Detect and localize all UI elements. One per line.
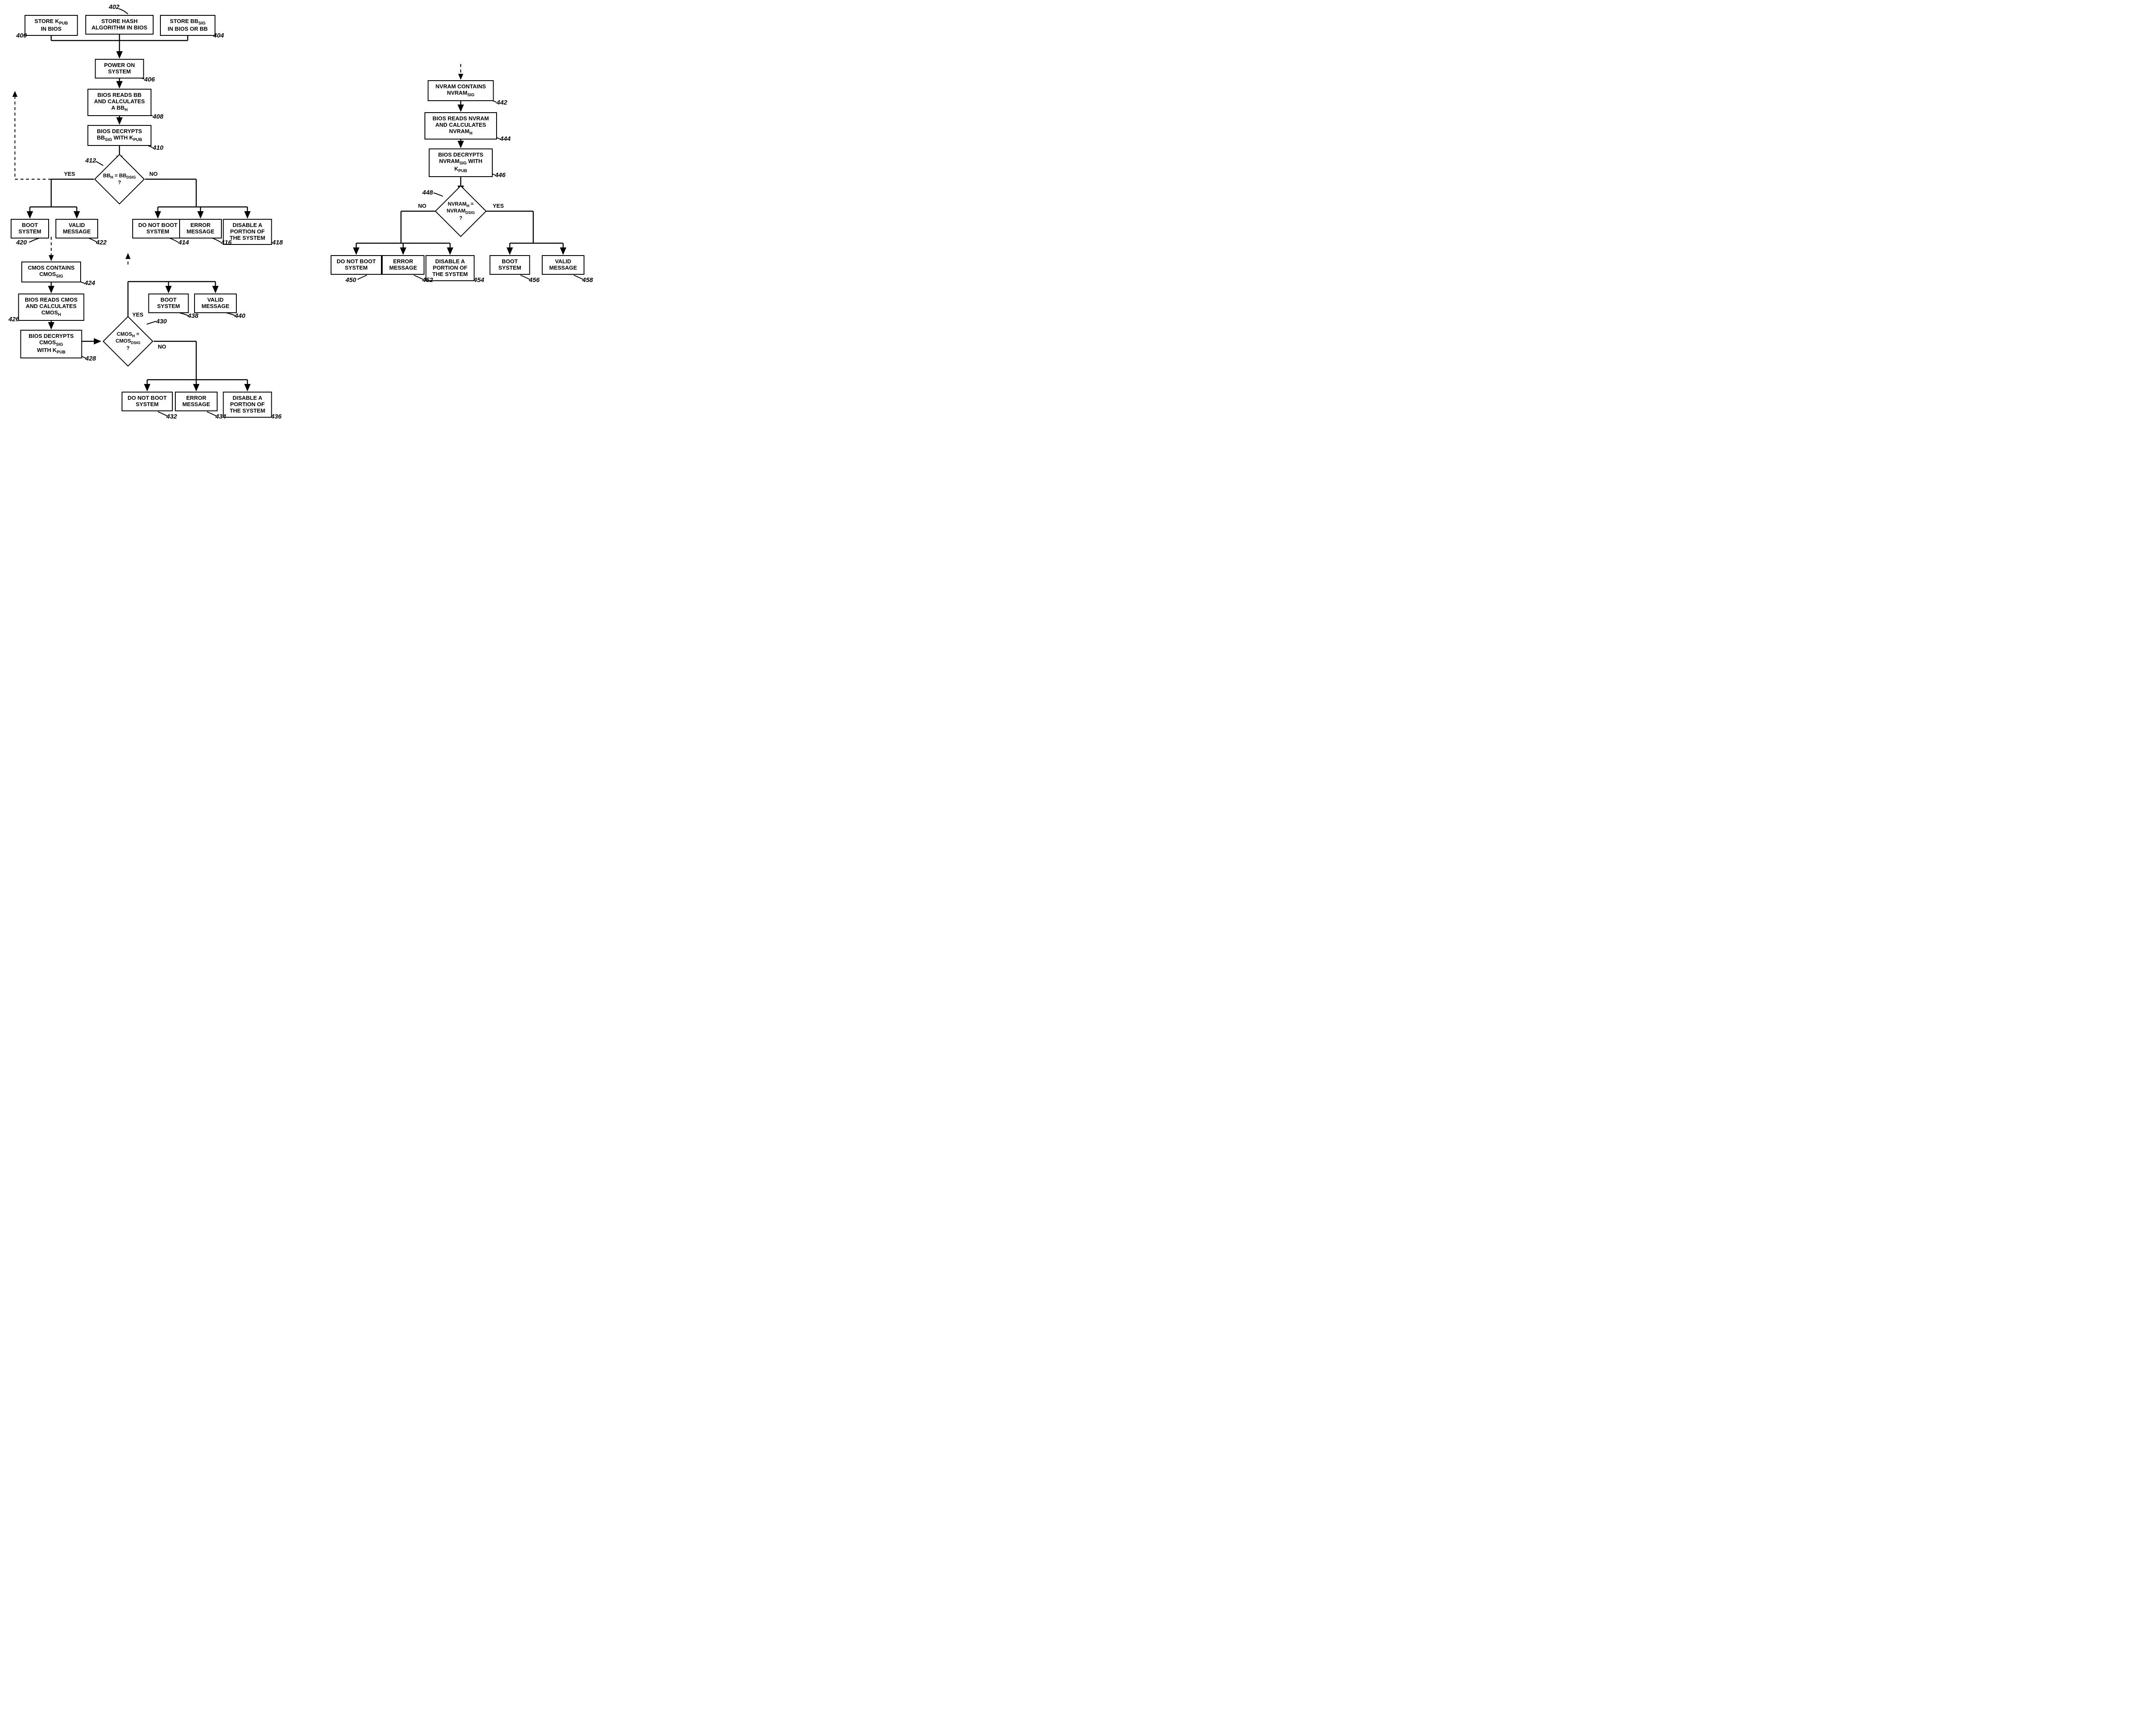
ref-408: 408 [153, 113, 163, 120]
ref-418: 418 [272, 239, 283, 246]
flowchart-page: STORE KPUBIN BIOS STORE HASHALGORITHM IN… [9, 9, 2124, 452]
box-bios-decrypts-bb: BIOS DECRYPTSBBSIG WITH KPUB [87, 125, 151, 146]
ref-428: 428 [85, 355, 96, 362]
ref-414: 414 [178, 239, 189, 246]
yes-448: YES [493, 203, 504, 209]
ref-434: 434 [215, 413, 226, 420]
box-power-on: POWER ONSYSTEM [95, 59, 144, 79]
ref-452: 452 [422, 276, 433, 284]
box-store-kpub: STORE KPUBIN BIOS [25, 15, 78, 36]
ref-430: 430 [156, 318, 167, 325]
yes-412: YES [64, 171, 75, 177]
no-430: NO [158, 343, 166, 350]
right-flow: NVRAM CONTAINSNVRAMSIG 442 BIOS READS NV… [333, 64, 597, 397]
ref-424: 424 [84, 279, 95, 287]
box-nvram-contains: NVRAM CONTAINSNVRAMSIG [428, 80, 494, 101]
box-donot-boot-3: DO NOT BOOTSYSTEM [331, 255, 382, 275]
box-donot-boot-2: DO NOT BOOTSYSTEM [122, 392, 173, 411]
ref-422: 422 [96, 239, 107, 246]
ref-454: 454 [474, 276, 484, 284]
decision-bb-label: BBH = BBDSIG? [103, 173, 136, 185]
ref-438: 438 [188, 312, 198, 320]
ref-446: 446 [495, 172, 506, 179]
ref-436: 436 [271, 413, 282, 420]
ref-426: 426 [9, 316, 19, 323]
box-bios-decrypts-cmos: BIOS DECRYPTSCMOSSIGWITH KPUB [20, 330, 82, 358]
ref-442: 442 [497, 99, 507, 106]
ref-432: 432 [166, 413, 177, 420]
ref-406: 406 [144, 76, 155, 83]
ref-410: 410 [153, 144, 163, 151]
box-valid-message: VALIDMESSAGE [55, 219, 98, 238]
box-store-bbsig: STORE BBSIGIN BIOS OR BB [160, 15, 215, 36]
no-412: NO [149, 171, 158, 177]
ref-402: 402 [109, 3, 119, 11]
box-valid-message-3: VALIDMESSAGE [542, 255, 584, 275]
ref-440: 440 [235, 312, 245, 320]
ref-416: 416 [221, 239, 232, 246]
decision-cmos-label: CMOSH =CMOSDSIG? [116, 331, 140, 351]
left-flow: STORE KPUBIN BIOS STORE HASHALGORITHM IN… [9, 9, 299, 452]
box-bios-decrypts-nvram: BIOS DECRYPTSNVRAMSIG WITHKPUB [429, 148, 493, 177]
ref-456: 456 [529, 276, 540, 284]
box-bios-reads-nvram: BIOS READS NVRAMAND CALCULATESNVRAMH [424, 112, 497, 140]
box-error-message: ERRORMESSAGE [179, 219, 222, 238]
box-boot-system-3: BOOTSYSTEM [490, 255, 530, 275]
box-error-message-3: ERRORMESSAGE [382, 255, 424, 275]
no-448: NO [418, 203, 427, 209]
box-valid-message-2: VALIDMESSAGE [194, 294, 237, 313]
box-store-hash: STORE HASHALGORITHM IN BIOS [85, 15, 154, 35]
box-boot-system: BOOTSYSTEM [11, 219, 49, 238]
ref-458: 458 [582, 276, 593, 284]
box-boot-system-2: BOOTSYSTEM [148, 294, 189, 313]
decision-nvram-label: NVRAMH =NVRAMDSIG? [447, 201, 475, 221]
box-error-message-2: ERRORMESSAGE [175, 392, 218, 411]
ref-450: 450 [346, 276, 356, 284]
yes-430: YES [132, 311, 143, 318]
ref-404: 404 [213, 32, 224, 39]
ref-448: 448 [422, 189, 433, 196]
ref-400: 400 [16, 32, 27, 39]
box-bios-reads-bb: BIOS READS BBAND CALCULATESA BBH [87, 89, 151, 116]
box-cmos-contains: CMOS CONTAINSCMOSSIG [21, 262, 81, 282]
ref-444: 444 [500, 135, 511, 142]
ref-412: 412 [85, 157, 96, 164]
ref-420: 420 [16, 239, 27, 246]
box-disable-portion-2: DISABLE APORTION OFTHE SYSTEM [223, 392, 272, 418]
box-bios-reads-cmos: BIOS READS CMOSAND CALCULATESCMOSH [18, 294, 84, 321]
box-donot-boot: DO NOT BOOTSYSTEM [132, 219, 183, 238]
